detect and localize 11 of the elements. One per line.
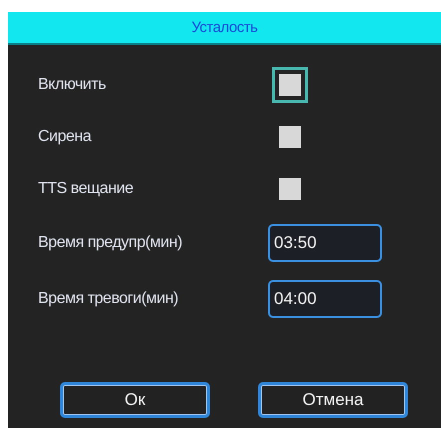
dialog-title: Усталость	[8, 12, 441, 45]
time-input-field[interactable]: 04:00	[268, 280, 382, 318]
time-input-field[interactable]: 03:50	[268, 224, 382, 262]
option-label: Включить	[38, 76, 107, 94]
option-label: Сирена	[38, 128, 92, 146]
field-label: Время тревоги(мин)	[38, 290, 180, 308]
ok-button[interactable]: Ок	[60, 382, 210, 418]
checkbox[interactable]	[272, 67, 308, 103]
option-label: TTS вещание	[38, 180, 134, 198]
field-label: Время предупр(мин)	[38, 234, 184, 252]
cancel-button[interactable]: Отмена	[258, 382, 408, 418]
